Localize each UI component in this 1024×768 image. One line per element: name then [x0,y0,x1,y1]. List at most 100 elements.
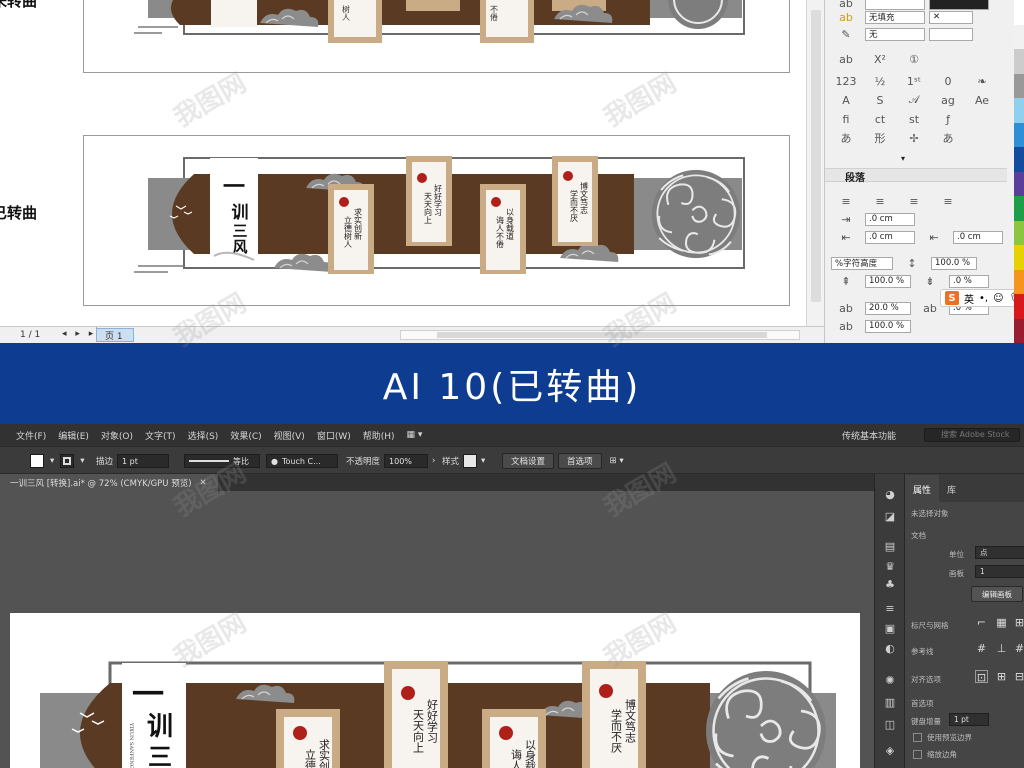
chevron-down-icon[interactable]: ▾ [80,456,84,466]
units-select[interactable]: 点 [975,546,1024,559]
chevron-right-icon[interactable]: › [432,456,435,466]
document-setup-button[interactable]: 文档设置 [502,453,555,469]
menu-object[interactable]: 对象(O) [95,429,139,442]
scrollbar-thumb[interactable] [437,332,767,338]
snap-pixel-icon[interactable]: ⊟ [1013,670,1024,683]
indent-left-input[interactable]: .0 cm [865,212,915,226]
ruler-icon[interactable]: ⌐ [975,616,988,629]
align-left-icon[interactable]: ≡ [831,195,861,208]
fill-swatch[interactable] [30,454,44,468]
chevron-down-icon[interactable]: ▾ [481,456,485,466]
background-fill-select[interactable]: 无填充 [865,10,925,24]
preferences-button[interactable]: 首选项 [558,453,602,469]
banner-title: AI 10(已转曲) [382,366,642,408]
style-icon: 𝒜 [908,93,920,106]
arrange-icon[interactable]: ⊞ ▾ [610,456,624,466]
artboards-icon[interactable]: ◈ [882,744,898,758]
graphic-style-swatch[interactable] [463,454,478,468]
chevron-down-icon: ▾ [901,153,906,163]
menu-edit[interactable]: 编辑(E) [52,429,95,442]
tab-library[interactable]: 库 [939,483,964,502]
pixel-grid-icon[interactable]: ⊞ [1013,616,1024,629]
align-center-icon[interactable]: ≡ [865,195,895,208]
space-after-input[interactable]: .0 % [949,274,989,288]
club-icon[interactable]: ♣ [882,578,898,592]
fill-select[interactable] [865,0,925,10]
indent-first-input[interactable]: .0 cm [865,230,915,244]
ime-toolbar[interactable]: S 英 •, ☺ 🎙 [940,289,1024,307]
illustrator-canvas[interactable]: 一 训 三 YIXUN SANFENG 求实创新 立德树人 [0,491,874,768]
swatches-icon[interactable]: ◪ [882,510,898,524]
opacity-input[interactable]: 100% [384,454,429,468]
menu-help[interactable]: 帮助(H) [357,429,401,442]
emoji-icon[interactable]: ☺ [993,293,1003,304]
snap-grid-icon[interactable]: ⊞ [995,670,1008,683]
align-icon[interactable]: ▥ [882,696,898,710]
space-before-input[interactable]: 100.0 % [865,274,911,288]
outline-select[interactable]: 无 [865,27,925,41]
ime-punct-icon[interactable]: •, [979,293,988,304]
scale-corners-checkbox[interactable] [913,750,922,759]
stock-search-input[interactable]: 搜索 Adobe Stock [924,428,1020,442]
row-scale: ab 100.0 % [831,319,911,333]
arrange-docs-icon[interactable]: ▦ ▾ [401,430,429,440]
scrollbar-thumb[interactable] [811,10,821,302]
opacity-label[interactable]: 不透明度 [346,455,380,467]
grid-icon[interactable]: ▦ [995,616,1008,629]
show-guides-icon[interactable]: # [975,642,988,655]
scale-input[interactable]: 100.0 % [865,319,911,333]
align-justify-icon[interactable]: ≡ [933,195,963,208]
align-right-icon[interactable]: ≡ [899,195,929,208]
stroke-profile-select[interactable]: 等比 [184,454,260,468]
pathfinder-icon[interactable]: ◫ [882,718,898,732]
keyboard-increment-input[interactable]: 1 pt [949,713,989,726]
outline-color-select[interactable] [929,27,973,41]
brush-select[interactable]: ● Touch C... [266,454,338,468]
color-palette-strip[interactable] [1014,0,1024,343]
menu-select[interactable]: 选择(S) [182,429,225,442]
menu-type[interactable]: 文字(T) [139,429,182,442]
space-before-icon: ⇞ [841,274,851,288]
line-spacing-input[interactable]: 100.0 % [931,256,977,270]
close-icon[interactable]: ✕ [200,478,207,488]
edit-artboards-button[interactable]: 编辑画板 [971,586,1023,602]
menu-effect[interactable]: 效果(C) [224,429,267,442]
workspace-switcher[interactable]: 传统基本功能 [842,429,896,442]
transparency-icon[interactable]: ◐ [882,642,898,656]
char-spacing-input[interactable]: 20.0 % [865,301,911,315]
gradient-icon[interactable]: ▣ [882,622,898,636]
chevron-down-icon[interactable]: ▾ [50,456,54,466]
snap-point-icon[interactable]: ⊡ [975,670,988,684]
document-tab[interactable]: 一训三风 [转换].ai* @ 72% (CMYK/GPU 预览) ✕ [0,474,218,491]
smart-guides-icon[interactable]: # [1013,642,1024,655]
appearance-icon[interactable]: ✺ [882,674,898,688]
canvas-horizontal-scrollbar[interactable] [400,330,800,340]
stroke-weight-input[interactable]: 1 pt [117,454,170,468]
ime-lang-label[interactable]: 英 [964,291,974,306]
background-color-select[interactable]: ✕ [929,10,973,24]
menu-window[interactable]: 窗口(W) [311,429,357,442]
brushes-icon[interactable]: ▤ [882,540,898,554]
ct-icon: ct [874,112,886,126]
paragraph-section-header[interactable]: 段落 [825,168,1007,184]
layers-icon[interactable]: ≡ [882,602,898,616]
expand-toggle[interactable]: ▾ [901,151,905,165]
stroke-swatch[interactable] [60,454,75,468]
symbols-icon[interactable]: ♛ [882,560,898,574]
line-spacing-mode-select[interactable]: %字符高度 [831,256,893,270]
stroke-label: 描边 [96,457,114,467]
indent-right-input[interactable]: .0 cm [953,230,1003,244]
canvas-vertical-scrollbar[interactable] [806,0,824,326]
tab-properties[interactable]: 属性 [905,475,940,502]
use-preview-bounds-checkbox[interactable] [913,733,922,742]
color-swatch[interactable] [929,0,989,10]
menu-view[interactable]: 视图(V) [268,429,311,442]
artboard-select[interactable]: 1 [975,565,1024,578]
color-guide-icon[interactable]: ◕ [882,488,898,502]
lock-guides-icon[interactable]: ⊥ [995,642,1008,655]
menu-file[interactable]: 文件(F) [0,429,52,442]
artboard[interactable]: 一 训 三 YIXUN SANFENG 求实创新 立德树人 [10,613,860,768]
page-counter: 1 / 1 [20,330,41,340]
ligature-icon: ag [941,93,955,107]
page-tab[interactable]: 页 1 [96,328,134,342]
